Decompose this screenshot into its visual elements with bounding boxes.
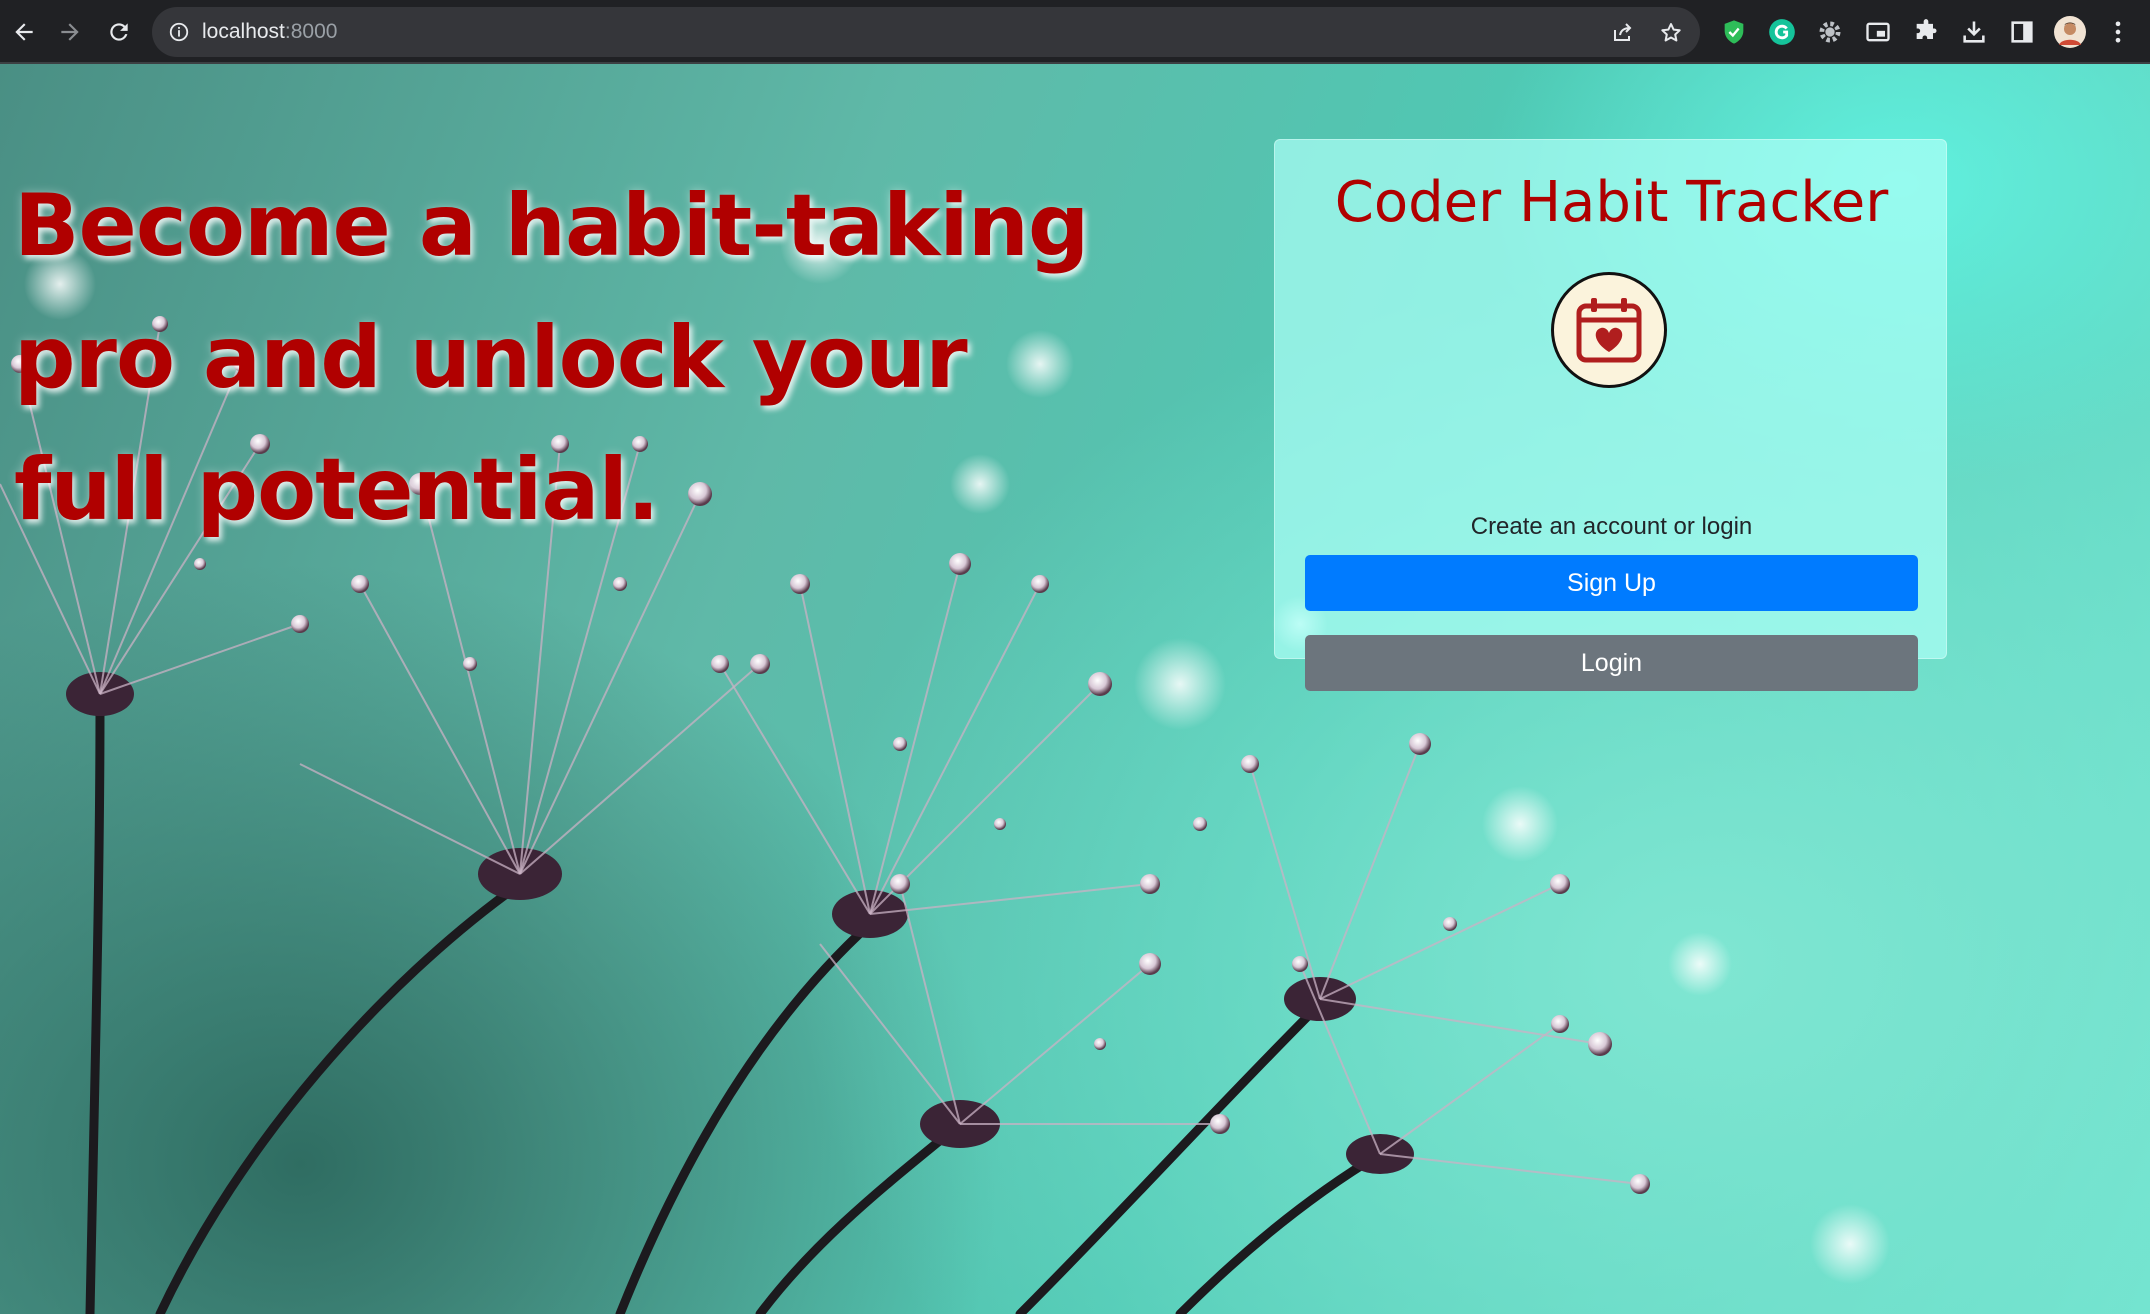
- app-title: Coder Habit Tracker: [1334, 170, 1889, 235]
- bookmark-star-icon[interactable]: [1656, 18, 1686, 48]
- side-panel-icon[interactable]: [2004, 14, 2040, 50]
- address-bar[interactable]: localhost:8000: [152, 7, 1700, 57]
- download-icon[interactable]: [1956, 14, 1992, 50]
- gear-extension-icon[interactable]: [1812, 14, 1848, 50]
- url-port: :8000: [284, 20, 338, 43]
- more-menu-icon[interactable]: [2100, 14, 2136, 50]
- login-button[interactable]: Login: [1305, 635, 1918, 691]
- url-host: localhost: [202, 20, 285, 43]
- extensions-puzzle-icon[interactable]: [1908, 14, 1944, 50]
- share-icon[interactable]: [1608, 18, 1638, 48]
- sign-up-button[interactable]: Sign Up: [1305, 555, 1918, 611]
- profile-avatar[interactable]: [2052, 14, 2088, 50]
- auth-subtitle: Create an account or login: [1470, 513, 1753, 540]
- browser-toolbar: localhost:8000: [0, 0, 2150, 64]
- back-icon[interactable]: [6, 14, 42, 50]
- hero-headline: Become a habit-taking pro and unlock you…: [14, 176, 1090, 540]
- shield-extension-icon[interactable]: [1716, 14, 1752, 50]
- calendar-heart-icon: [1551, 272, 1667, 388]
- forward-icon[interactable]: [52, 14, 88, 50]
- site-info-icon[interactable]: [168, 21, 190, 43]
- grammarly-extension-icon[interactable]: [1764, 14, 1800, 50]
- reload-icon[interactable]: [101, 14, 137, 50]
- auth-card: Coder Habit Tracker Create an account or…: [1274, 139, 1947, 691]
- picture-in-picture-icon[interactable]: [1860, 14, 1896, 50]
- landing-page: Become a habit-taking pro and unlock you…: [0, 64, 2150, 1314]
